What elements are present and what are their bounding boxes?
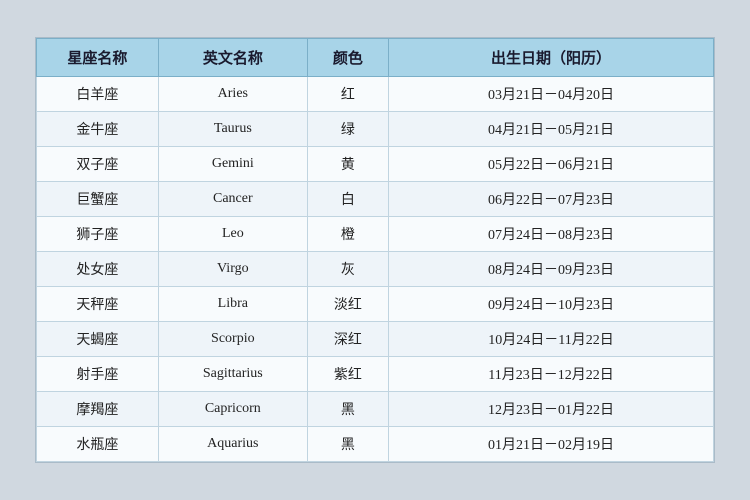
cell-date: 06月22日－07月23日	[389, 182, 714, 217]
cell-english: Taurus	[158, 112, 307, 147]
cell-color: 黑	[307, 427, 388, 462]
cell-english: Libra	[158, 287, 307, 322]
header-english: 英文名称	[158, 39, 307, 77]
table-row: 摩羯座Capricorn黑12月23日－01月22日	[37, 392, 714, 427]
cell-date: 03月21日－04月20日	[389, 77, 714, 112]
cell-color: 橙	[307, 217, 388, 252]
cell-english: Capricorn	[158, 392, 307, 427]
table-row: 天蝎座Scorpio深红10月24日－11月22日	[37, 322, 714, 357]
table-row: 巨蟹座Cancer白06月22日－07月23日	[37, 182, 714, 217]
table-row: 处女座Virgo灰08月24日－09月23日	[37, 252, 714, 287]
cell-english: Virgo	[158, 252, 307, 287]
cell-chinese: 金牛座	[37, 112, 159, 147]
cell-color: 紫红	[307, 357, 388, 392]
cell-chinese: 狮子座	[37, 217, 159, 252]
table-row: 天秤座Libra淡红09月24日－10月23日	[37, 287, 714, 322]
table-row: 白羊座Aries红03月21日－04月20日	[37, 77, 714, 112]
cell-color: 深红	[307, 322, 388, 357]
cell-date: 05月22日－06月21日	[389, 147, 714, 182]
cell-date: 10月24日－11月22日	[389, 322, 714, 357]
table-row: 金牛座Taurus绿04月21日－05月21日	[37, 112, 714, 147]
cell-english: Cancer	[158, 182, 307, 217]
cell-color: 灰	[307, 252, 388, 287]
cell-color: 黑	[307, 392, 388, 427]
cell-color: 绿	[307, 112, 388, 147]
cell-date: 01月21日－02月19日	[389, 427, 714, 462]
table-row: 狮子座Leo橙07月24日－08月23日	[37, 217, 714, 252]
cell-color: 淡红	[307, 287, 388, 322]
cell-date: 11月23日－12月22日	[389, 357, 714, 392]
cell-english: Aries	[158, 77, 307, 112]
cell-date: 08月24日－09月23日	[389, 252, 714, 287]
header-color: 颜色	[307, 39, 388, 77]
cell-chinese: 射手座	[37, 357, 159, 392]
header-chinese: 星座名称	[37, 39, 159, 77]
cell-chinese: 双子座	[37, 147, 159, 182]
cell-chinese: 处女座	[37, 252, 159, 287]
zodiac-table: 星座名称 英文名称 颜色 出生日期（阳历） 白羊座Aries红03月21日－04…	[36, 38, 714, 462]
table-header-row: 星座名称 英文名称 颜色 出生日期（阳历）	[37, 39, 714, 77]
cell-chinese: 水瓶座	[37, 427, 159, 462]
cell-color: 红	[307, 77, 388, 112]
cell-date: 12月23日－01月22日	[389, 392, 714, 427]
cell-english: Scorpio	[158, 322, 307, 357]
cell-chinese: 巨蟹座	[37, 182, 159, 217]
header-date: 出生日期（阳历）	[389, 39, 714, 77]
cell-chinese: 摩羯座	[37, 392, 159, 427]
table-body: 白羊座Aries红03月21日－04月20日金牛座Taurus绿04月21日－0…	[37, 77, 714, 462]
cell-chinese: 天秤座	[37, 287, 159, 322]
cell-chinese: 天蝎座	[37, 322, 159, 357]
cell-english: Sagittarius	[158, 357, 307, 392]
cell-date: 07月24日－08月23日	[389, 217, 714, 252]
table-row: 水瓶座Aquarius黑01月21日－02月19日	[37, 427, 714, 462]
table-row: 双子座Gemini黄05月22日－06月21日	[37, 147, 714, 182]
cell-date: 09月24日－10月23日	[389, 287, 714, 322]
cell-chinese: 白羊座	[37, 77, 159, 112]
cell-english: Gemini	[158, 147, 307, 182]
cell-color: 黄	[307, 147, 388, 182]
cell-english: Leo	[158, 217, 307, 252]
cell-date: 04月21日－05月21日	[389, 112, 714, 147]
cell-english: Aquarius	[158, 427, 307, 462]
cell-color: 白	[307, 182, 388, 217]
table-row: 射手座Sagittarius紫红11月23日－12月22日	[37, 357, 714, 392]
zodiac-table-container: 星座名称 英文名称 颜色 出生日期（阳历） 白羊座Aries红03月21日－04…	[35, 37, 715, 463]
